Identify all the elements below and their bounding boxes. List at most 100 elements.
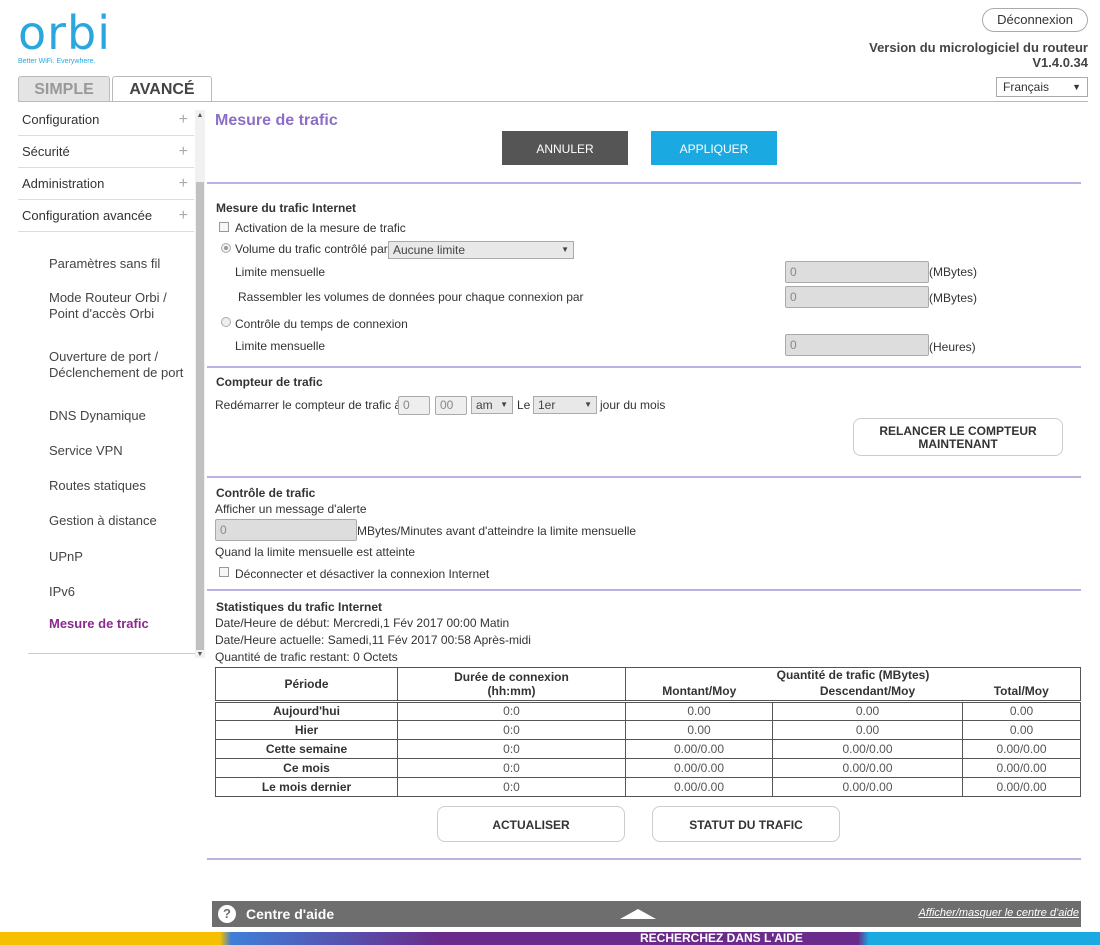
plus-icon: +	[178, 111, 188, 128]
row-total: 0.00/0.00	[962, 757, 1081, 778]
sidebar-item-port-forwarding[interactable]: Ouverture de port / Déclenchement de por…	[18, 349, 186, 381]
alert-input[interactable]: 0	[215, 519, 357, 541]
sidebar-item-traffic-meter[interactable]: Mesure de trafic	[18, 616, 149, 631]
refresh-button[interactable]: ACTUALISER	[437, 806, 625, 842]
language-select[interactable]: Français ▼	[996, 77, 1088, 97]
caret-up-icon[interactable]	[620, 909, 656, 919]
sidebar-item-ipv6[interactable]: IPv6	[18, 584, 75, 599]
section-divider	[207, 476, 1081, 478]
sidebar-item-vpn[interactable]: Service VPN	[18, 443, 123, 458]
sidebar-item-static-routes[interactable]: Routes statiques	[18, 478, 146, 493]
limit-reached-label: Quand la limite mensuelle est atteinte	[215, 545, 416, 559]
row-up: 0.00	[625, 700, 773, 721]
table-row: Hier 0:0 0.00 0.00 0.00	[215, 719, 1081, 740]
table-row: Ce mois 0:0 0.00/0.00 0.00/0.00 0.00/0.0…	[215, 757, 1081, 778]
firmware-info: Version du micrologiciel du routeur V1.4…	[869, 40, 1088, 70]
control-title: Contrôle de trafic	[216, 486, 316, 500]
enable-meter-checkbox[interactable]	[219, 222, 229, 232]
ampm-select[interactable]: am ▼	[471, 396, 513, 414]
row-down: 0.00	[772, 700, 963, 721]
search-help-banner: RECHERCHEZ DANS L'AIDE	[0, 932, 1100, 945]
header-divider	[18, 101, 1088, 102]
firmware-version: V1.4.0.34	[1032, 55, 1088, 70]
sidebar-item-dynamic-dns[interactable]: DNS Dynamique	[18, 408, 146, 423]
connection-time-label: Contrôle du temps de connexion	[235, 317, 408, 331]
help-toggle-link[interactable]: Afficher/masquer le centre d'aide	[919, 907, 1079, 919]
monthly-limit-label: Limite mensuelle	[235, 265, 326, 279]
row-duration: 0:0	[397, 776, 626, 797]
monthly-limit-input[interactable]: 0	[785, 261, 929, 283]
day-select[interactable]: 1er ▼	[533, 396, 597, 414]
tab-simple[interactable]: SIMPLE	[18, 76, 110, 102]
sidebar-item-configuration-avancee[interactable]: Configuration avancée +	[18, 200, 194, 232]
connection-time-radio[interactable]	[221, 317, 231, 327]
scrollbar-thumb[interactable]	[196, 182, 204, 650]
sidebar-item-securite[interactable]: Sécurité +	[18, 136, 194, 168]
row-up: 0.00/0.00	[625, 776, 773, 797]
stats-title: Statistiques du trafic Internet	[216, 600, 383, 614]
internet-meter-title: Mesure du trafic Internet	[216, 201, 357, 215]
minute-input[interactable]: 00	[435, 396, 467, 415]
row-period: Cette semaine	[215, 738, 398, 759]
sidebar: Configuration + Sécurité + Administration +…	[18, 104, 194, 232]
counter-title: Compteur de trafic	[216, 375, 323, 389]
sidebar-divider	[28, 653, 203, 654]
time-limit-unit: (Heures)	[929, 340, 976, 354]
help-center-bar[interactable]: ? Centre d'aide Afficher/masquer le cent…	[212, 901, 1081, 927]
monthly-limit-unit: (MBytes)	[929, 265, 977, 279]
row-duration: 0:0	[397, 719, 626, 740]
combine-input[interactable]: 0	[785, 286, 929, 308]
arrow-down-icon[interactable]: ▼	[195, 651, 205, 658]
sidebar-item-label: Administration	[22, 176, 105, 191]
logo-wordmark: orbi	[18, 6, 112, 60]
sidebar-item-configuration[interactable]: Configuration +	[18, 104, 194, 136]
plus-icon: +	[178, 175, 188, 192]
row-down: 0.00/0.00	[772, 776, 963, 797]
table-row: Aujourd'hui 0:0 0.00 0.00 0.00	[215, 700, 1081, 721]
orbi-logo: orbi Better WiFi. Everywhere.	[18, 10, 111, 65]
col-up: Montant/Moy	[625, 682, 773, 703]
logout-button[interactable]: Déconnexion	[982, 8, 1088, 32]
sidebar-item-label: Sécurité	[22, 144, 70, 159]
hour-input[interactable]: 0	[398, 396, 430, 415]
row-duration: 0:0	[397, 757, 626, 778]
time-limit-label: Limite mensuelle	[235, 339, 326, 353]
row-down: 0.00/0.00	[772, 738, 963, 759]
restart-label: Redémarrer le compteur de trafic à	[215, 398, 402, 412]
alert-unit: MBytes/Minutes avant d'atteindre la limi…	[357, 524, 637, 538]
volume-radio[interactable]	[221, 243, 231, 253]
day-suffix-label: jour du mois	[600, 398, 666, 412]
col-down: Descendant/Moy	[772, 682, 963, 703]
cancel-button[interactable]: ANNULER	[502, 131, 628, 165]
restart-counter-now-button[interactable]: RELANCER LE COMPTEUR MAINTENANT	[853, 418, 1063, 456]
sidebar-item-wireless[interactable]: Paramètres sans fil	[18, 256, 160, 271]
sidebar-item-upnp[interactable]: UPnP	[18, 549, 83, 564]
chevron-down-icon: ▼	[584, 400, 592, 409]
volume-select[interactable]: Aucune limite ▼	[388, 241, 574, 259]
time-limit-input[interactable]: 0	[785, 334, 929, 356]
row-total: 0.00	[962, 719, 1081, 740]
row-duration: 0:0	[397, 700, 626, 721]
volume-label: Volume du trafic contrôlé par	[235, 242, 388, 256]
row-down: 0.00	[772, 719, 963, 740]
row-total: 0.00/0.00	[962, 776, 1081, 797]
search-help-text: RECHERCHEZ DANS L'AIDE	[640, 931, 803, 945]
col-duration-line2: (hh:mm)	[487, 683, 536, 698]
day-prefix-label: Le	[517, 398, 531, 412]
arrow-up-icon[interactable]: ▲	[195, 112, 205, 119]
traffic-status-button[interactable]: STATUT DU TRAFIC	[652, 806, 840, 842]
apply-button[interactable]: APPLIQUER	[651, 131, 777, 165]
alert-label: Afficher un message d'alerte	[215, 502, 367, 516]
day-value: 1er	[538, 398, 556, 412]
sidebar-item-administration[interactable]: Administration +	[18, 168, 194, 200]
sidebar-item-remote-management[interactable]: Gestion à distance	[18, 513, 157, 528]
col-total: Total/Moy	[962, 682, 1081, 703]
disconnect-checkbox[interactable]	[219, 567, 229, 577]
section-divider	[207, 858, 1081, 860]
restart-now-line2: MAINTENANT	[918, 437, 998, 451]
table-row: Cette semaine 0:0 0.00/0.00 0.00/0.00 0.…	[215, 738, 1081, 759]
tab-avance[interactable]: AVANCÉ	[112, 76, 212, 102]
sidebar-item-router-mode[interactable]: Mode Routeur Orbi / Point d'accès Orbi	[18, 290, 186, 322]
ampm-value: am	[476, 398, 493, 412]
sidebar-scrollbar[interactable]: ▲ ▼	[195, 110, 205, 658]
